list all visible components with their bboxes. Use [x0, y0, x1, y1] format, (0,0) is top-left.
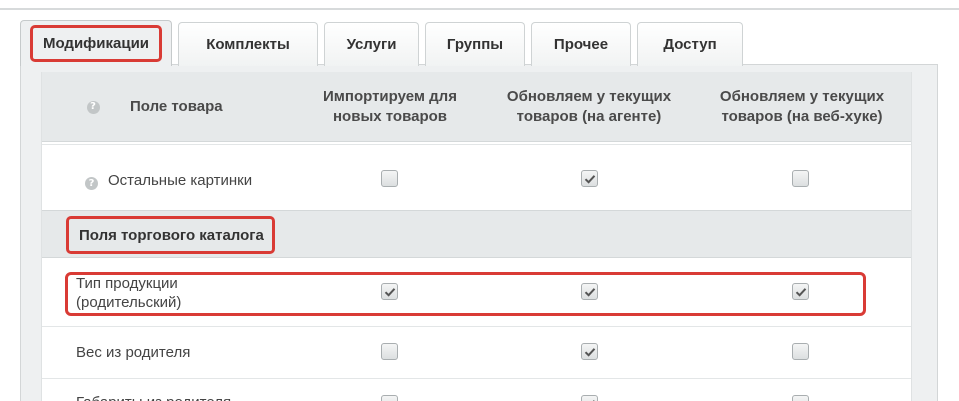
checkbox-import-new[interactable]	[381, 343, 398, 360]
check-icon	[795, 287, 806, 297]
checkbox-import-new[interactable]	[381, 283, 398, 300]
help-icon: ?	[86, 100, 100, 114]
checkbox-update-agent[interactable]	[581, 343, 598, 360]
product-settings-page: Модификации Комплекты Услуги Группы Проч…	[0, 0, 959, 401]
checkbox-import-new[interactable]	[381, 395, 398, 401]
tab-groups[interactable]: Группы	[425, 22, 525, 66]
tab-bundles[interactable]: Комплекты	[178, 22, 318, 66]
tab-other[interactable]: Прочее	[531, 22, 631, 66]
tab-services-label: Услуги	[346, 36, 397, 53]
check-icon	[584, 347, 595, 357]
row-label: Остальные картинки	[108, 172, 253, 189]
table-row: ? Остальные картинки	[42, 144, 911, 210]
check-icon	[384, 287, 395, 297]
fields-table: ? Поле товара Импортируем для новых това…	[41, 72, 912, 401]
row-help[interactable]: ?	[85, 173, 98, 191]
tab-other-label: Прочее	[553, 36, 609, 53]
tab-bundles-label: Комплекты	[206, 36, 290, 53]
tab-modifications-label: Модификации	[29, 25, 163, 62]
checkbox-update-webhook[interactable]	[792, 283, 809, 300]
top-border	[0, 0, 959, 10]
tab-services[interactable]: Услуги	[324, 22, 419, 66]
checkbox-import-new[interactable]	[381, 170, 398, 187]
column-header-field: Поле товара	[130, 98, 223, 115]
tab-bar: Модификации Комплекты Услуги Группы Проч…	[20, 18, 749, 66]
table-row: Вес из родителя	[42, 326, 911, 378]
checkbox-update-webhook[interactable]	[792, 343, 809, 360]
tab-access[interactable]: Доступ	[637, 22, 743, 66]
checkbox-update-agent[interactable]	[581, 283, 598, 300]
section-title: Поля торгового каталога	[66, 216, 275, 254]
help-icon: ?	[85, 177, 98, 190]
tab-modifications[interactable]: Модификации	[20, 20, 172, 66]
tab-groups-label: Группы	[446, 36, 504, 53]
checkbox-update-agent[interactable]	[581, 395, 598, 401]
row-label: Тип продукции (родительский)	[76, 275, 182, 311]
table-header: ? Поле товара Импортируем для новых това…	[42, 72, 911, 142]
checkbox-update-webhook[interactable]	[792, 170, 809, 187]
section-header: Поля торгового каталога	[42, 210, 911, 258]
row-label: Габариты из родителя	[76, 393, 231, 401]
table-row: Габариты из родителя	[42, 378, 911, 401]
column-header-update-webhook: Обновляем у текущих товаров (на веб-хуке…	[719, 88, 885, 125]
table-row: Тип продукции (родительский)	[42, 258, 911, 326]
tab-access-label: Доступ	[663, 36, 717, 53]
header-help[interactable]: ?	[78, 72, 108, 142]
check-icon	[584, 287, 595, 297]
checkbox-update-agent[interactable]	[581, 170, 598, 187]
row-label: Вес из родителя	[76, 344, 191, 361]
check-icon	[584, 174, 595, 184]
checkbox-update-webhook[interactable]	[792, 395, 809, 401]
column-header-update-agent: Обновляем у текущих товаров (на агенте)	[506, 88, 672, 125]
column-header-import-new: Импортируем для новых товаров	[323, 88, 457, 125]
